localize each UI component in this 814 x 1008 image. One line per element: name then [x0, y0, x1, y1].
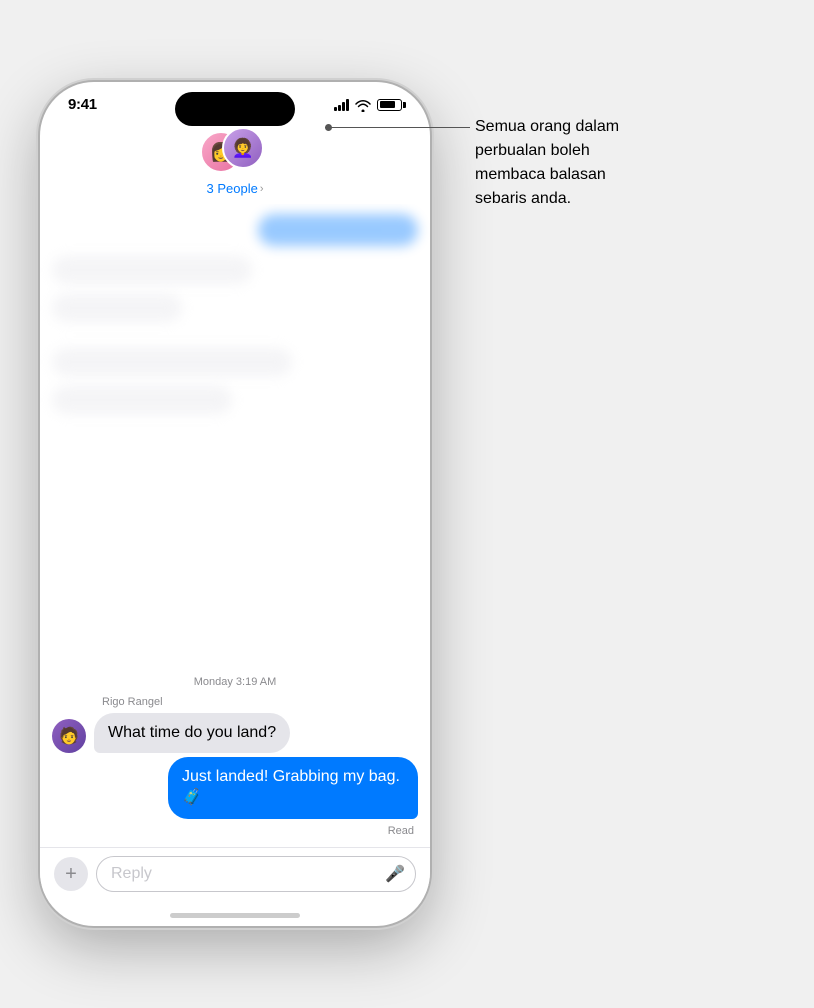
group-name-text: 3 People: [207, 181, 258, 196]
blurred-message-3: [52, 294, 182, 322]
phone-shell: 9:41 👩: [40, 82, 430, 926]
outgoing-message-row: Just landed! Grabbing my bag. 🧳: [52, 757, 418, 819]
blurred-message-2: [52, 256, 252, 284]
plus-button[interactable]: +: [54, 857, 88, 891]
wifi-icon: [355, 99, 371, 111]
blurred-message-1: [258, 214, 418, 246]
blurred-message-5: [52, 386, 232, 414]
annotation-text: Semua orang dalam perbualan boleh membac…: [475, 115, 785, 211]
blurred-message-4: [52, 348, 292, 376]
status-icons: [334, 99, 402, 111]
home-indicator: [40, 904, 430, 926]
group-avatars: 👩 👩‍🦱: [200, 127, 270, 177]
home-bar: [170, 913, 300, 918]
message-timestamp: Monday 3:19 AM: [52, 676, 418, 688]
avatar-2: 👩‍🦱: [222, 127, 264, 169]
input-bar: + Reply 🎤: [40, 847, 430, 904]
incoming-message-row: 🧑 What time do you land?: [52, 713, 418, 754]
battery-icon: [377, 99, 402, 111]
annotation-line4: sebaris anda.: [475, 190, 571, 207]
group-chevron-icon: ›: [260, 183, 264, 195]
reply-placeholder: Reply: [111, 856, 152, 892]
signal-icon: [334, 99, 349, 111]
outgoing-bubble[interactable]: Just landed! Grabbing my bag. 🧳: [168, 757, 418, 819]
annotation: Semua orang dalam perbualan boleh membac…: [475, 115, 785, 211]
group-header[interactable]: 👩 👩‍🦱 3 People ›: [40, 117, 430, 204]
annotation-line3: membaca balasan: [475, 166, 606, 183]
rigo-avatar: 🧑: [52, 719, 86, 753]
blurred-messages: [40, 204, 430, 424]
dynamic-island: [175, 92, 295, 126]
messages-area: Monday 3:19 AM Rigo Rangel 🧑 What time d…: [40, 204, 430, 847]
annotation-line: [325, 127, 470, 128]
reply-input-container[interactable]: Reply 🎤: [96, 856, 416, 892]
status-time: 9:41: [68, 96, 97, 113]
group-name-label[interactable]: 3 People ›: [207, 181, 264, 196]
visible-messages: Monday 3:19 AM Rigo Rangel 🧑 What time d…: [52, 668, 418, 847]
read-receipt: Read: [52, 825, 418, 837]
sender-name: Rigo Rangel: [102, 696, 418, 708]
incoming-bubble[interactable]: What time do you land?: [94, 713, 290, 754]
annotation-line1: Semua orang dalam: [475, 118, 619, 135]
mic-icon[interactable]: 🎤: [385, 864, 405, 884]
messages-screen: 👩 👩‍🦱 3 People ›: [40, 117, 430, 926]
status-bar: 9:41: [40, 82, 430, 117]
annotation-line2: perbualan boleh: [475, 142, 590, 159]
